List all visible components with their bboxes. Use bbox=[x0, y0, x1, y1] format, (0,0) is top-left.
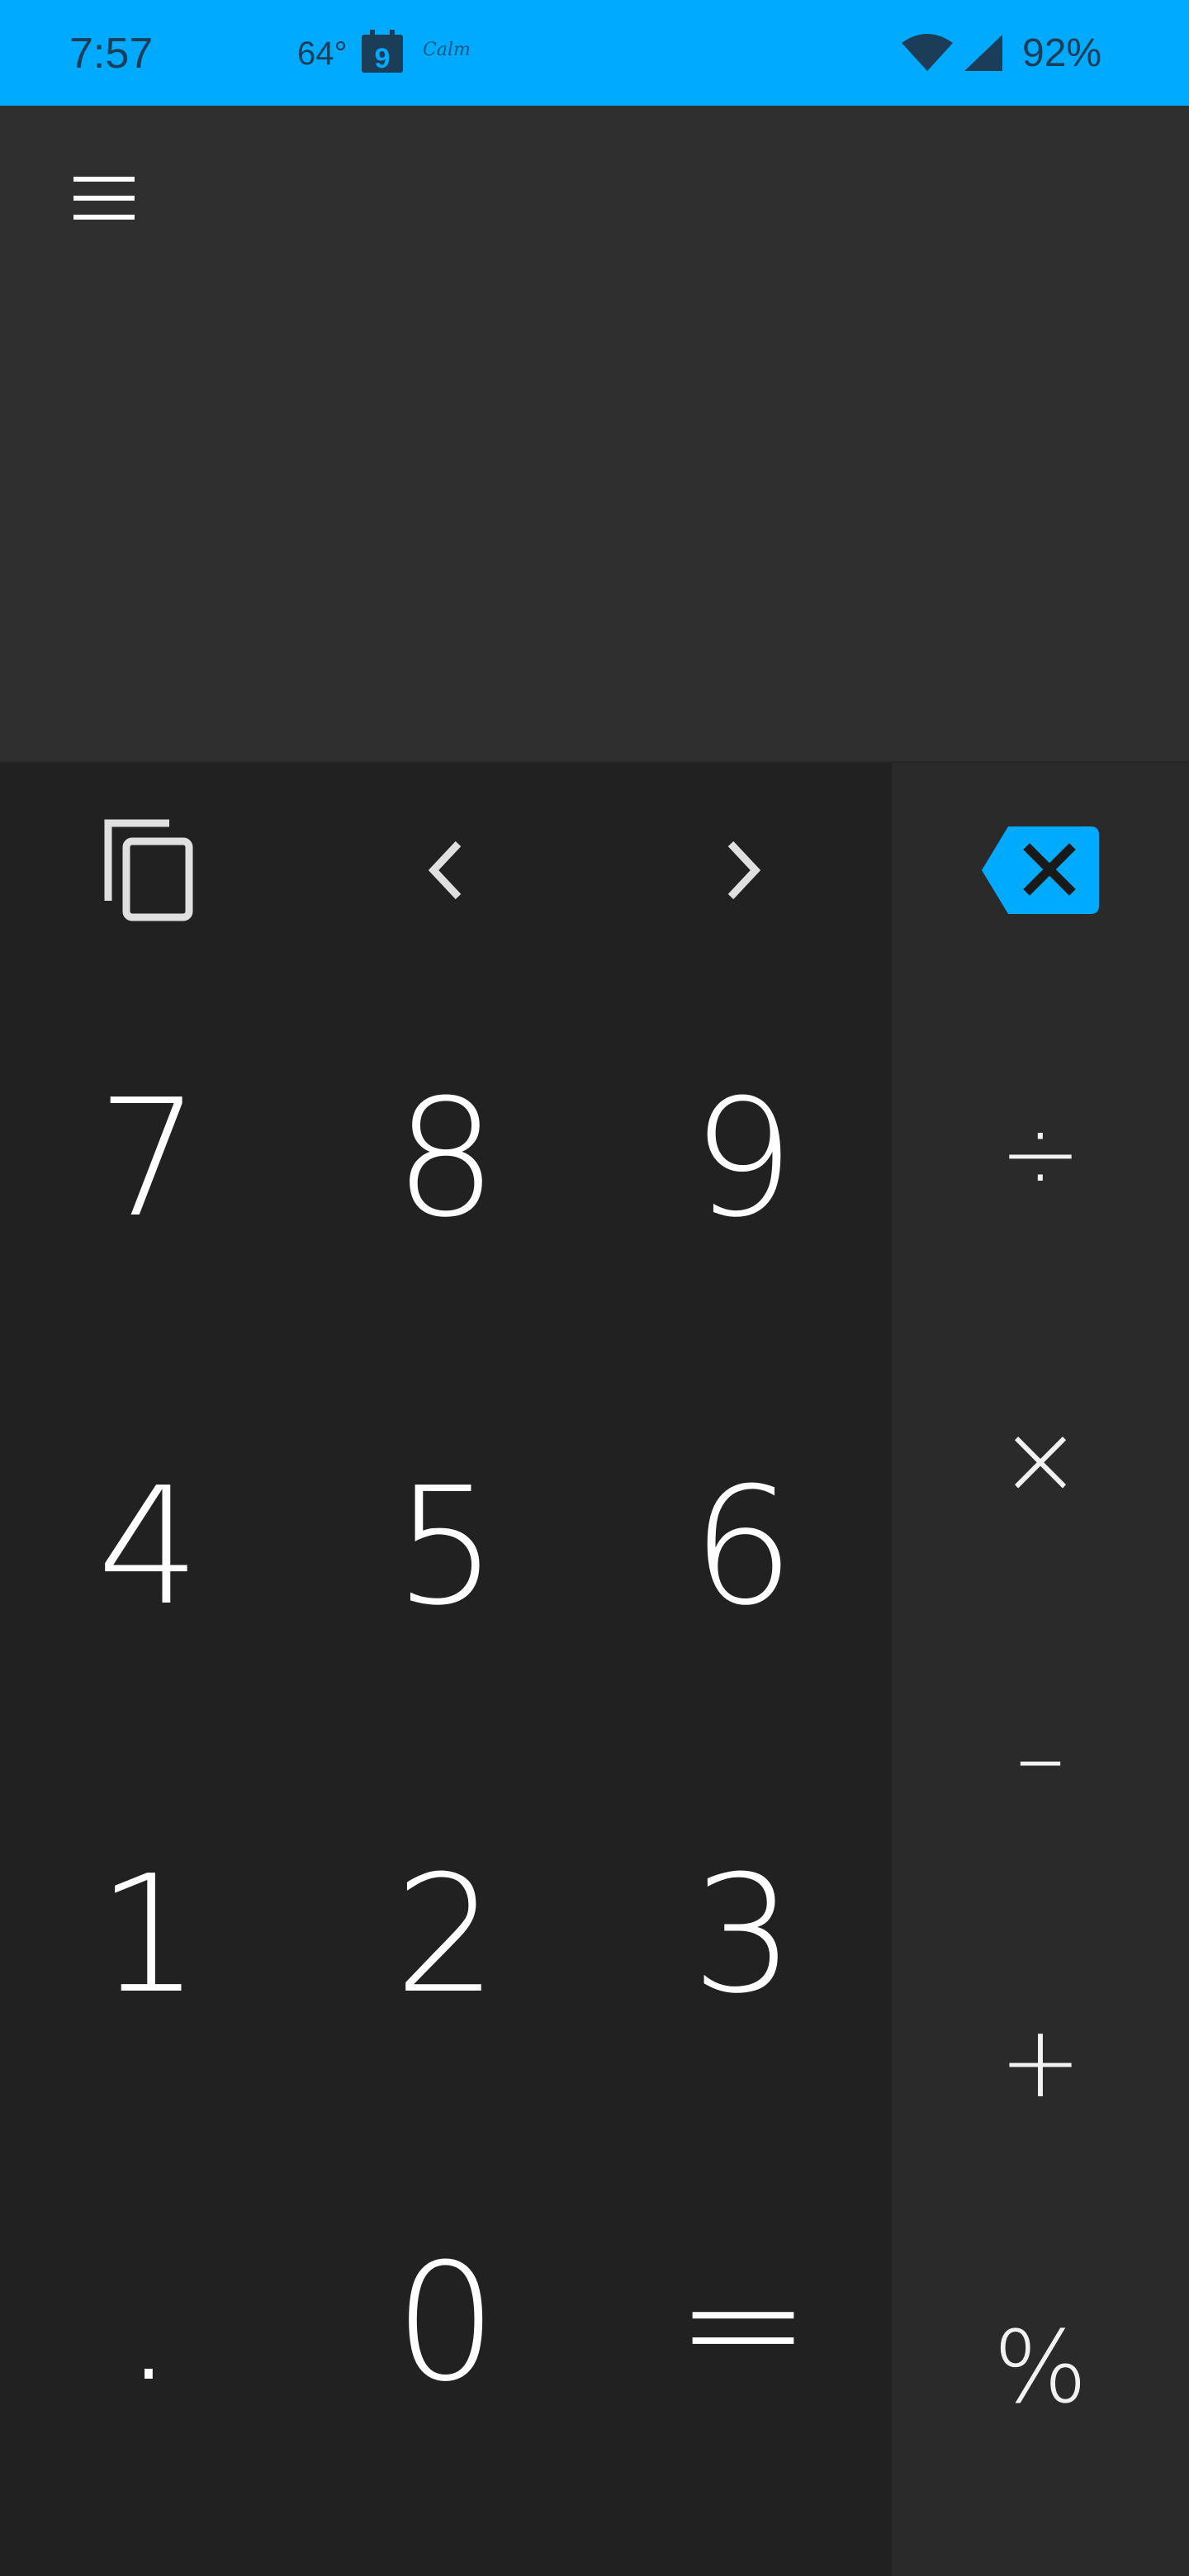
menu-button[interactable] bbox=[59, 154, 149, 243]
calendar-day: 9 bbox=[375, 43, 391, 74]
key-9[interactable]: 9 bbox=[594, 1011, 892, 1308]
chevron-left-icon bbox=[428, 841, 462, 900]
minus-button[interactable]: – bbox=[892, 1605, 1189, 1911]
signal-icon bbox=[964, 35, 1002, 71]
key-2[interactable]: 2 bbox=[297, 1787, 594, 2084]
status-temperature: 64° bbox=[297, 36, 348, 72]
key-4[interactable]: 4 bbox=[0, 1399, 297, 1696]
battery-level: 92% bbox=[1022, 31, 1102, 75]
calm-label: Calm bbox=[423, 40, 471, 60]
key-equals[interactable]: = bbox=[594, 2175, 892, 2472]
cursor-right-button[interactable] bbox=[594, 763, 892, 978]
copy-icon bbox=[104, 819, 193, 921]
key-6[interactable]: 6 bbox=[594, 1399, 892, 1696]
percent-button[interactable]: % bbox=[892, 2216, 1189, 2522]
key-1[interactable]: 1 bbox=[0, 1787, 297, 2084]
key-7[interactable]: 7 bbox=[0, 1011, 297, 1308]
key-decimal[interactable]: . bbox=[0, 2175, 297, 2472]
key-5[interactable]: 5 bbox=[297, 1399, 594, 1696]
cursor-left-button[interactable] bbox=[297, 763, 594, 978]
chevron-right-icon bbox=[727, 841, 761, 900]
status-time: 7:57 bbox=[69, 30, 154, 78]
divide-button[interactable]: ÷ bbox=[892, 1002, 1189, 1308]
keypad: 7 8 9 4 5 6 1 2 3 . 0 = bbox=[0, 763, 892, 2576]
plus-button[interactable]: + bbox=[892, 1911, 1189, 2216]
operators-panel: ÷ × – + % bbox=[892, 763, 1189, 2576]
key-8[interactable]: 8 bbox=[297, 1011, 594, 1308]
copy-button[interactable] bbox=[0, 763, 297, 978]
multiply-button[interactable]: × bbox=[892, 1308, 1189, 1613]
key-3[interactable]: 3 bbox=[594, 1787, 892, 2084]
key-0[interactable]: 0 bbox=[297, 2175, 594, 2472]
status-bar: 7:57 64° 9 Calm 92% bbox=[0, 0, 1189, 106]
display-area bbox=[0, 106, 1189, 763]
calendar-icon: 9 bbox=[362, 30, 403, 74]
wifi-icon bbox=[902, 34, 953, 71]
menu-icon bbox=[73, 177, 135, 220]
